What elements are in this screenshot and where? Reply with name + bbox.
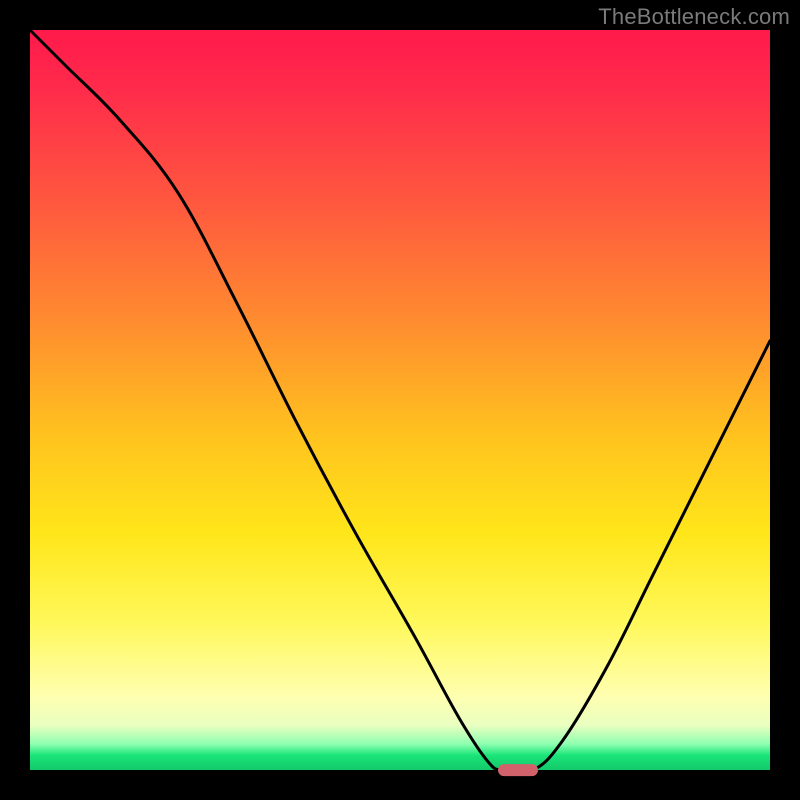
watermark-text: TheBottleneck.com bbox=[598, 4, 790, 30]
chart-frame: TheBottleneck.com bbox=[0, 0, 800, 800]
curve-svg bbox=[30, 30, 770, 770]
bottleneck-curve bbox=[30, 30, 770, 773]
optimum-marker bbox=[498, 764, 538, 776]
plot-area bbox=[30, 30, 770, 770]
